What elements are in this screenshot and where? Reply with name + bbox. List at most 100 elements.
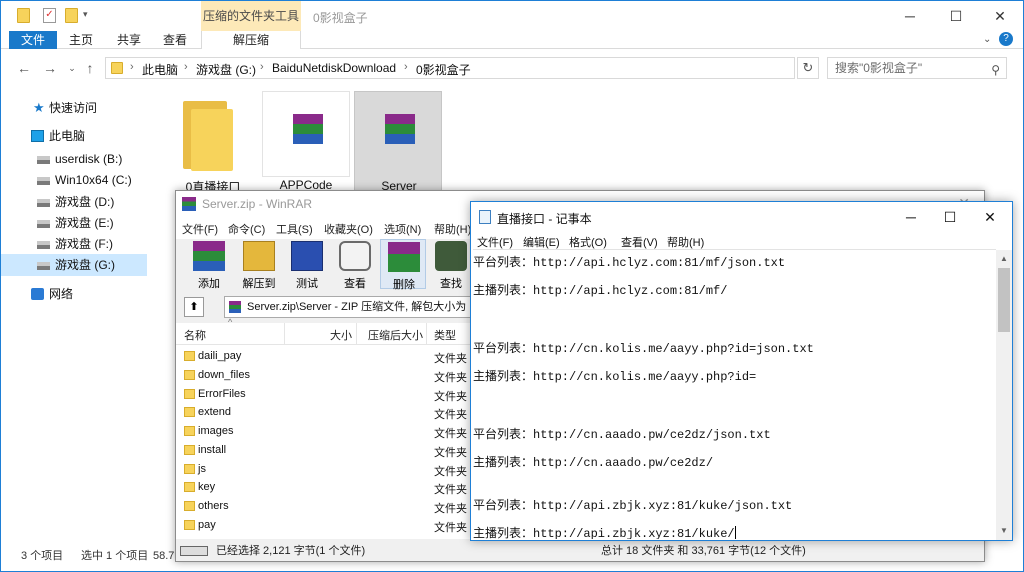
address-row: ← → ⌄ ↑ › 此电脑 › 游戏盘 (G:) › BaiduNetdiskD… [1,53,1023,83]
nav-drive-b[interactable]: userdisk (B:) [1,148,147,170]
item-server-archive[interactable]: Server [354,91,442,193]
maximize-button[interactable]: ☐ [933,1,979,31]
file-name: daili_pay [198,350,242,362]
notepad-menu-bar: 文件(F) 编辑(E) 格式(O) 查看(V) 帮助(H) [471,232,1012,250]
file-name: ErrorFiles [198,387,246,400]
text-line: 平台列表：http://cn.kolis.me/aayy.php?id=json… [473,342,814,356]
scroll-up-icon[interactable]: ▲ [998,252,1010,266]
folder-icon [184,351,195,361]
file-type: 文件夹 [434,390,467,403]
menu-help[interactable]: 帮助(H) [667,234,704,250]
text-line: 主播列表：http://cn.kolis.me/aayy.php?id= [473,370,757,384]
menu-options[interactable]: 选项(N) [384,221,421,237]
notepad-text-area[interactable]: 平台列表：http://api.hclyz.com:81/mf/json.txt… [473,249,996,539]
breadcrumb-separator-icon[interactable]: › [260,61,264,73]
pc-icon [31,130,44,142]
nav-drive-f[interactable]: 游戏盘 (F:) [1,233,147,255]
nav-drive-d[interactable]: 游戏盘 (D:) [1,191,147,213]
file-name: extend [198,406,232,419]
menu-tools[interactable]: 工具(S) [276,221,313,237]
nav-label: 此电脑 [49,129,86,143]
delete-button[interactable]: 删除 [380,239,426,291]
minimize-button[interactable]: ─ [891,202,931,232]
add-button[interactable]: 添加 [186,239,232,290]
search-input[interactable]: 搜索"0影视盒子" ⚲ [827,57,1007,79]
item-live-interface-folder[interactable]: 0直播接口 [169,91,257,194]
close-button[interactable]: ✕ [977,1,1023,31]
recent-dropdown-icon[interactable]: ⌄ [63,59,81,77]
breadcrumb-download[interactable]: BaiduNetdiskDownload [272,61,396,75]
forward-arrow-icon[interactable]: → [41,59,59,77]
column-size[interactable]: 大小 [330,327,352,343]
find-button[interactable]: 查找 [428,239,474,290]
quick-access-dropdown-icon[interactable]: ▾ [83,9,88,20]
breadcrumb-this-pc[interactable]: 此电脑 [142,61,178,78]
file-name: others [198,500,229,512]
menu-favorites[interactable]: 收藏夹(O) [324,221,373,237]
drive-icon [37,241,50,249]
breadcrumb-drive[interactable]: 游戏盘 (G:) [196,61,256,78]
file-name: install [198,443,227,456]
menu-help[interactable]: 帮助(H) [434,221,471,237]
drive-icon [37,199,50,207]
menu-commands[interactable]: 命令(C) [228,221,265,237]
extract-to-button[interactable]: 解压到 [236,239,282,290]
view-button[interactable]: 查看 [332,239,378,290]
file-type: 文件夹 [434,521,467,534]
tab-share[interactable]: 共享 [111,31,147,49]
tab-view[interactable]: 查看 [157,31,193,49]
help-icon[interactable]: ? [999,32,1013,46]
folder-icon [184,426,195,436]
folder-icon [17,8,30,23]
menu-file[interactable]: 文件(F) [182,221,218,237]
folder-icon [184,482,195,493]
menu-format[interactable]: 格式(O) [569,234,607,250]
refresh-button[interactable]: ↻ [797,57,819,79]
file-type: 文件夹 [434,446,467,459]
vertical-scrollbar[interactable]: ▲ ▼ [996,250,1012,540]
column-packed-size[interactable]: 压缩后大小 [368,327,423,343]
tab-home[interactable]: 主页 [63,31,99,49]
maximize-button[interactable]: ☐ [930,202,970,232]
item-appcode-archive[interactable]: APPCode [262,91,350,192]
nav-label: Win10x64 (C:) [55,173,132,187]
column-type[interactable]: 类型 [434,327,456,343]
close-button[interactable]: ✕ [970,202,1010,232]
up-arrow-icon[interactable]: ↑ [81,59,99,77]
column-name[interactable]: 名称 [184,327,206,343]
nav-this-pc[interactable]: 此电脑 [1,125,147,147]
nav-network[interactable]: 网络 [1,283,147,305]
nav-drive-g[interactable]: 游戏盘 (G:) [1,254,147,276]
menu-file[interactable]: 文件(F) [477,234,513,250]
breadcrumb-separator-icon[interactable]: › [130,61,134,73]
new-folder-icon[interactable] [65,8,78,23]
tool-label: 查看 [344,278,366,290]
nav-label: userdisk (B:) [55,152,123,166]
folder-icon [184,407,195,418]
view-icon [339,241,371,271]
menu-view[interactable]: 查看(V) [621,234,658,250]
menu-edit[interactable]: 编辑(E) [523,234,560,250]
up-one-level-button[interactable]: ⬆ [184,297,204,317]
back-arrow-icon[interactable]: ← [15,59,33,77]
properties-icon[interactable]: ✓ [43,8,56,23]
text-line: 平台列表：http://api.hclyz.com:81/mf/json.txt [473,256,786,270]
winrar-archive-icon [262,91,350,177]
nav-label: 网络 [49,287,74,301]
scroll-down-icon[interactable]: ▼ [998,524,1010,538]
scrollbar-thumb[interactable] [998,268,1010,332]
nav-drive-c[interactable]: Win10x64 (C:) [1,169,147,191]
winrar-status-bar: 已经选择 2,121 字节(1 个文件) 总计 18 文件夹 和 33,761 … [176,541,984,561]
nav-drive-e[interactable]: 游戏盘 (E:) [1,212,147,234]
minimize-button[interactable]: ─ [887,1,933,31]
address-bar[interactable]: › 此电脑 › 游戏盘 (G:) › BaiduNetdiskDownload … [105,57,890,79]
breadcrumb-separator-icon[interactable]: › [184,61,188,73]
breadcrumb-separator-icon[interactable]: › [404,61,408,73]
tab-extract[interactable]: 解压缩 [201,31,301,49]
test-button[interactable]: 测试 [284,239,330,290]
tab-file[interactable]: 文件 [9,31,57,49]
ribbon-tabs: 文件 主页 共享 查看 解压缩 [1,31,1023,49]
nav-quick-access[interactable]: ★ 快速访问 [1,97,147,119]
breadcrumb-current[interactable]: 0影视盒子 [416,61,471,78]
ribbon-expand-icon[interactable]: ⌄ [983,34,991,45]
